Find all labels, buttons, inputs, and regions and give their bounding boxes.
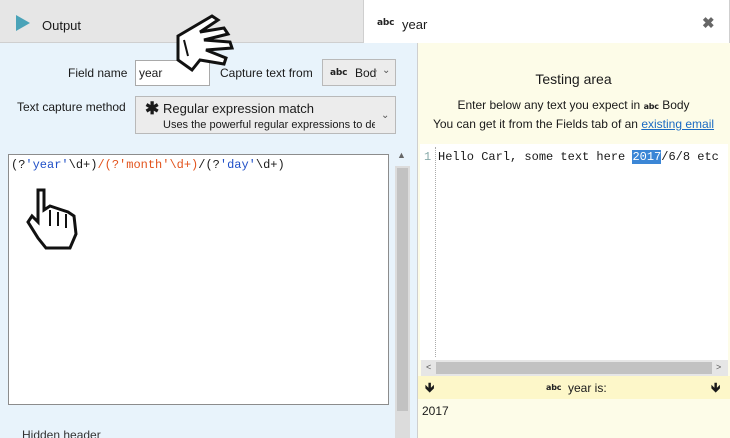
chevron-down-icon: ⌄: [381, 110, 390, 121]
tab-year[interactable]: abc year ✖: [363, 0, 730, 43]
scroll-right-icon[interactable]: >: [716, 362, 721, 372]
text-field-icon: abc: [546, 383, 562, 392]
regex-code: (?'year'\d+)/(?'month'\d+)/(?'day'\d+): [11, 158, 285, 172]
gutter-divider: [435, 147, 436, 357]
close-icon[interactable]: ✖: [702, 14, 715, 32]
capture-method-select[interactable]: ✱ Regular expression match Uses the powe…: [135, 96, 396, 134]
capture-method-title: Regular expression match: [163, 101, 315, 116]
capture-from-value: Body: [355, 66, 377, 80]
existing-email-link[interactable]: existing email: [641, 117, 714, 131]
capture-method-description: Uses the powerful regular expressions to…: [163, 119, 375, 131]
test-text: Hello Carl, some text here 2017/6/8 etc: [438, 150, 719, 164]
play-icon: [16, 15, 30, 31]
field-name-label: Field name: [68, 66, 128, 80]
tab-output-label: Output: [42, 18, 82, 33]
arrow-down-icon[interactable]: 🡻: [711, 379, 720, 401]
arrow-down-icon[interactable]: 🡻: [425, 379, 434, 401]
testing-hint: Enter below any text you expect in abc B…: [457, 98, 690, 112]
capture-from-select[interactable]: abc Body ⌄: [322, 59, 396, 86]
result-label: year is:: [568, 381, 607, 395]
text-field-icon: abc: [643, 102, 659, 111]
test-text-editor[interactable]: 1 Hello Carl, some text here 2017/6/8 et…: [420, 144, 728, 360]
hand-pointer-icon: [176, 14, 235, 73]
match-highlight: 2017: [632, 150, 662, 164]
scroll-left-icon[interactable]: <: [426, 362, 431, 372]
line-number: 1: [424, 150, 432, 164]
scroll-up-icon[interactable]: ▲: [397, 150, 406, 160]
editor-scrollbar-thumb[interactable]: [397, 168, 408, 411]
asterisk-icon: ✱: [145, 99, 160, 118]
result-bar: 🡻 abc year is: 🡻: [418, 376, 730, 399]
testing-title: Testing area: [535, 71, 612, 87]
testing-hint-source: You can get it from the Fields tab of an…: [432, 117, 715, 131]
test-horizontal-scrollbar[interactable]: < >: [421, 360, 728, 376]
horizontal-scrollbar-thumb[interactable]: [436, 362, 712, 374]
tab-year-label: year: [402, 17, 428, 32]
hidden-header-label: Hidden header: [22, 428, 101, 438]
text-field-icon: abc: [377, 18, 395, 28]
hand-pointer-icon: [26, 188, 78, 250]
capture-method-label: Text capture method: [17, 100, 126, 114]
chevron-down-icon: ⌄: [382, 65, 391, 76]
text-field-icon: abc: [330, 68, 348, 78]
result-value: 2017: [422, 404, 449, 418]
